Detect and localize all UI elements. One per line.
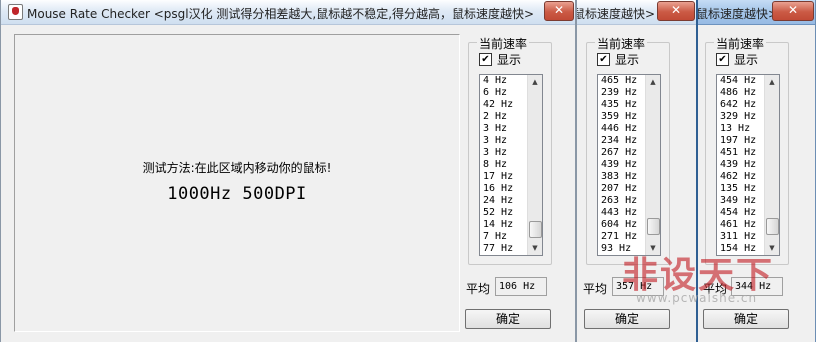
scroll-thumb[interactable] (529, 221, 542, 238)
scroll-up-arrow-icon[interactable]: ▲ (765, 75, 779, 89)
show-checkbox[interactable]: ✔ (479, 52, 492, 66)
mouse-rate-checker-window-2: 鼠标速度越快> ✕ 当前速率 ✔ 显示 465 Hz 239 Hz 435 Hz 35… (576, 0, 696, 342)
current-rate-group: 当前速率 ✔ 显示 454 Hz 486 Hz 642 Hz 329 Hz 13 Hz 1… (705, 35, 789, 265)
show-checkbox-row[interactable]: ✔ 显示 (479, 52, 522, 67)
title-bar[interactable]: Mouse Rate Checker <psgl汉化 测试得分相差越大,鼠标越不… (1, 0, 575, 25)
group-label: 当前速率 (714, 35, 767, 52)
title-bar[interactable]: 鼠标速度越快> ✕ (698, 0, 815, 25)
show-label: 显示 (734, 52, 759, 67)
show-checkbox-row[interactable]: ✔ 显示 (597, 52, 640, 67)
show-label: 显示 (615, 52, 640, 67)
average-label: 平均 (466, 282, 491, 296)
mouse-app-icon[interactable] (8, 4, 23, 20)
show-checkbox[interactable]: ✔ (716, 52, 729, 66)
average-value-field: 344 Hz (731, 277, 783, 296)
show-checkbox[interactable]: ✔ (597, 52, 610, 66)
rate-list[interactable]: 465 Hz 239 Hz 435 Hz 359 Hz 446 Hz 234 Hz 267 … (597, 74, 661, 256)
scroll-up-arrow-icon[interactable]: ▲ (528, 75, 542, 89)
rate-list-scrollbar[interactable]: ▲ ▼ (764, 75, 779, 255)
group-label: 当前速率 (595, 35, 648, 52)
mouse-rate-checker-window-3: 鼠标速度越快> ✕ 当前速率 ✔ 显示 454 Hz 486 Hz 642 Hz 32… (696, 0, 816, 342)
mouse-spec-readout: 1000Hz 500DPI (167, 184, 307, 204)
average-value-field: 106 Hz (495, 277, 547, 296)
ok-button[interactable]: 确定 (584, 309, 670, 329)
rate-list-scrollbar[interactable]: ▲ ▼ (527, 75, 542, 255)
show-checkbox-row[interactable]: ✔ 显示 (716, 52, 759, 67)
mouse-rate-checker-window-1: Mouse Rate Checker <psgl汉化 测试得分相差越大,鼠标越不… (0, 0, 576, 342)
scroll-down-arrow-icon[interactable]: ▼ (646, 241, 660, 255)
group-label: 当前速率 (477, 35, 530, 52)
close-button[interactable]: ✕ (657, 1, 695, 21)
average-label: 平均 (703, 282, 728, 296)
scroll-thumb[interactable] (766, 218, 779, 235)
rate-list[interactable]: 454 Hz 486 Hz 642 Hz 329 Hz 13 Hz 197 Hz 451 H… (716, 74, 780, 256)
average-label: 平均 (583, 282, 608, 296)
show-label: 显示 (497, 52, 522, 67)
window-title: 鼠标速度越快> (577, 7, 656, 21)
mouse-test-area[interactable]: 测试方法:在此区域内移动你的鼠标! 1000Hz 500DPI (14, 34, 460, 332)
scroll-up-arrow-icon[interactable]: ▲ (646, 75, 660, 89)
ok-button[interactable]: 确定 (703, 309, 789, 329)
test-instructions: 测试方法:在此区域内移动你的鼠标! (142, 161, 332, 175)
close-button[interactable]: ✕ (772, 1, 814, 21)
ok-button[interactable]: 确定 (465, 309, 551, 329)
scroll-thumb[interactable] (647, 218, 660, 235)
current-rate-group: 当前速率 ✔ 显示 465 Hz 239 Hz 435 Hz 359 Hz 446 Hz… (586, 35, 670, 265)
close-button[interactable]: ✕ (544, 1, 574, 21)
rate-list-scrollbar[interactable]: ▲ ▼ (645, 75, 660, 255)
title-bar[interactable]: 鼠标速度越快> ✕ (577, 0, 696, 25)
average-value-field: 357 Hz (612, 277, 664, 296)
window-title: 鼠标速度越快> (698, 7, 779, 21)
scroll-down-arrow-icon[interactable]: ▼ (765, 241, 779, 255)
scroll-down-arrow-icon[interactable]: ▼ (528, 241, 542, 255)
rate-list[interactable]: 4 Hz 6 Hz 42 Hz 2 Hz 3 Hz 3 Hz 3 Hz 8 Hz 17 Hz 16… (479, 74, 543, 256)
current-rate-group: 当前速率 ✔ 显示 4 Hz 6 Hz 42 Hz 2 Hz 3 Hz 3 Hz 3 Hz 8… (468, 35, 552, 265)
window-title: Mouse Rate Checker <psgl汉化 测试得分相差越大,鼠标越不… (27, 7, 535, 21)
